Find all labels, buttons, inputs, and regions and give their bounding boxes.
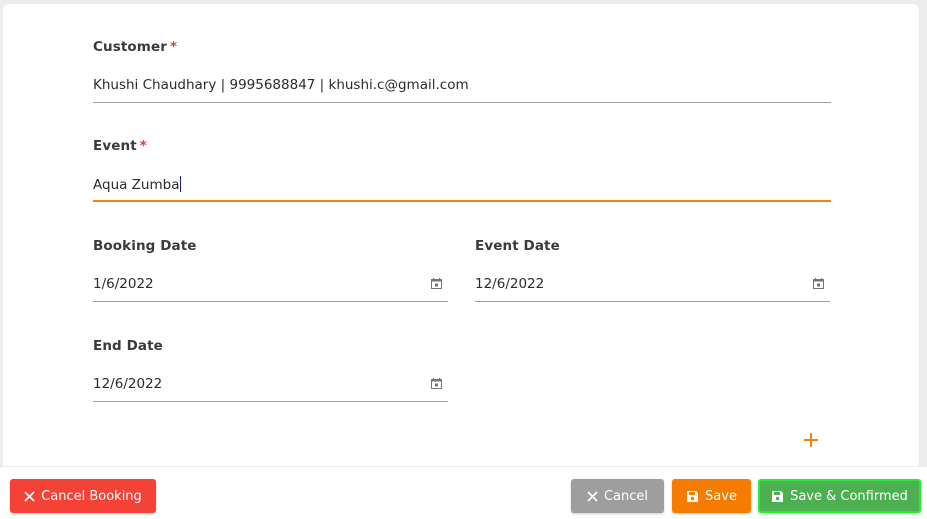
calendar-icon[interactable] [431, 278, 442, 289]
calendar-icon[interactable] [813, 278, 824, 289]
save-icon [772, 490, 784, 502]
save-icon [687, 490, 699, 502]
event-date-label: Event Date [475, 238, 560, 254]
customer-field: Customer * Khushi Chaudhary | 9995688847 … [93, 39, 831, 105]
save-button[interactable]: Save [672, 479, 751, 513]
text-caret [180, 176, 182, 192]
event-date-field: Event Date 12/6/2022 [475, 238, 830, 304]
booking-date-label: Booking Date [93, 238, 197, 254]
booking-date-underline [93, 301, 448, 302]
cancel-booking-button[interactable]: Cancel Booking [10, 479, 156, 513]
cancel-button[interactable]: Cancel [571, 479, 664, 513]
customer-label-text: Customer [93, 39, 167, 55]
save-and-confirm-label: Save & Confirmed [790, 488, 908, 504]
booking-date-input[interactable]: 1/6/2022 [93, 276, 154, 292]
customer-label: Customer * [93, 39, 177, 55]
event-date-underline [475, 301, 830, 302]
save-and-confirm-button[interactable]: Save & Confirmed [758, 479, 921, 513]
save-label: Save [705, 488, 737, 504]
end-date-underline [93, 401, 448, 402]
calendar-icon[interactable] [431, 378, 442, 389]
cancel-booking-label: Cancel Booking [41, 488, 142, 504]
event-field: Event * Aqua Zumba [93, 138, 831, 204]
customer-input-underline [93, 102, 831, 103]
close-icon [24, 490, 35, 502]
event-date-input[interactable]: 12/6/2022 [475, 276, 544, 292]
end-date-field: End Date 12/6/2022 [93, 338, 448, 404]
end-date-label: End Date [93, 338, 163, 354]
customer-input[interactable]: Khushi Chaudhary | 9995688847 | khushi.c… [93, 77, 469, 93]
required-mark: * [169, 39, 178, 55]
event-label: Event * [93, 138, 147, 154]
booking-date-field: Booking Date 1/6/2022 [93, 238, 448, 304]
required-mark: * [139, 138, 147, 154]
end-date-input[interactable]: 12/6/2022 [93, 376, 162, 392]
event-input-underline [93, 200, 831, 202]
close-icon [587, 490, 598, 502]
event-input[interactable]: Aqua Zumba [93, 176, 182, 193]
event-input-text: Aqua Zumba [93, 177, 180, 193]
event-label-text: Event [93, 138, 137, 154]
plus-icon[interactable] [803, 432, 819, 448]
cancel-label: Cancel [603, 488, 649, 504]
